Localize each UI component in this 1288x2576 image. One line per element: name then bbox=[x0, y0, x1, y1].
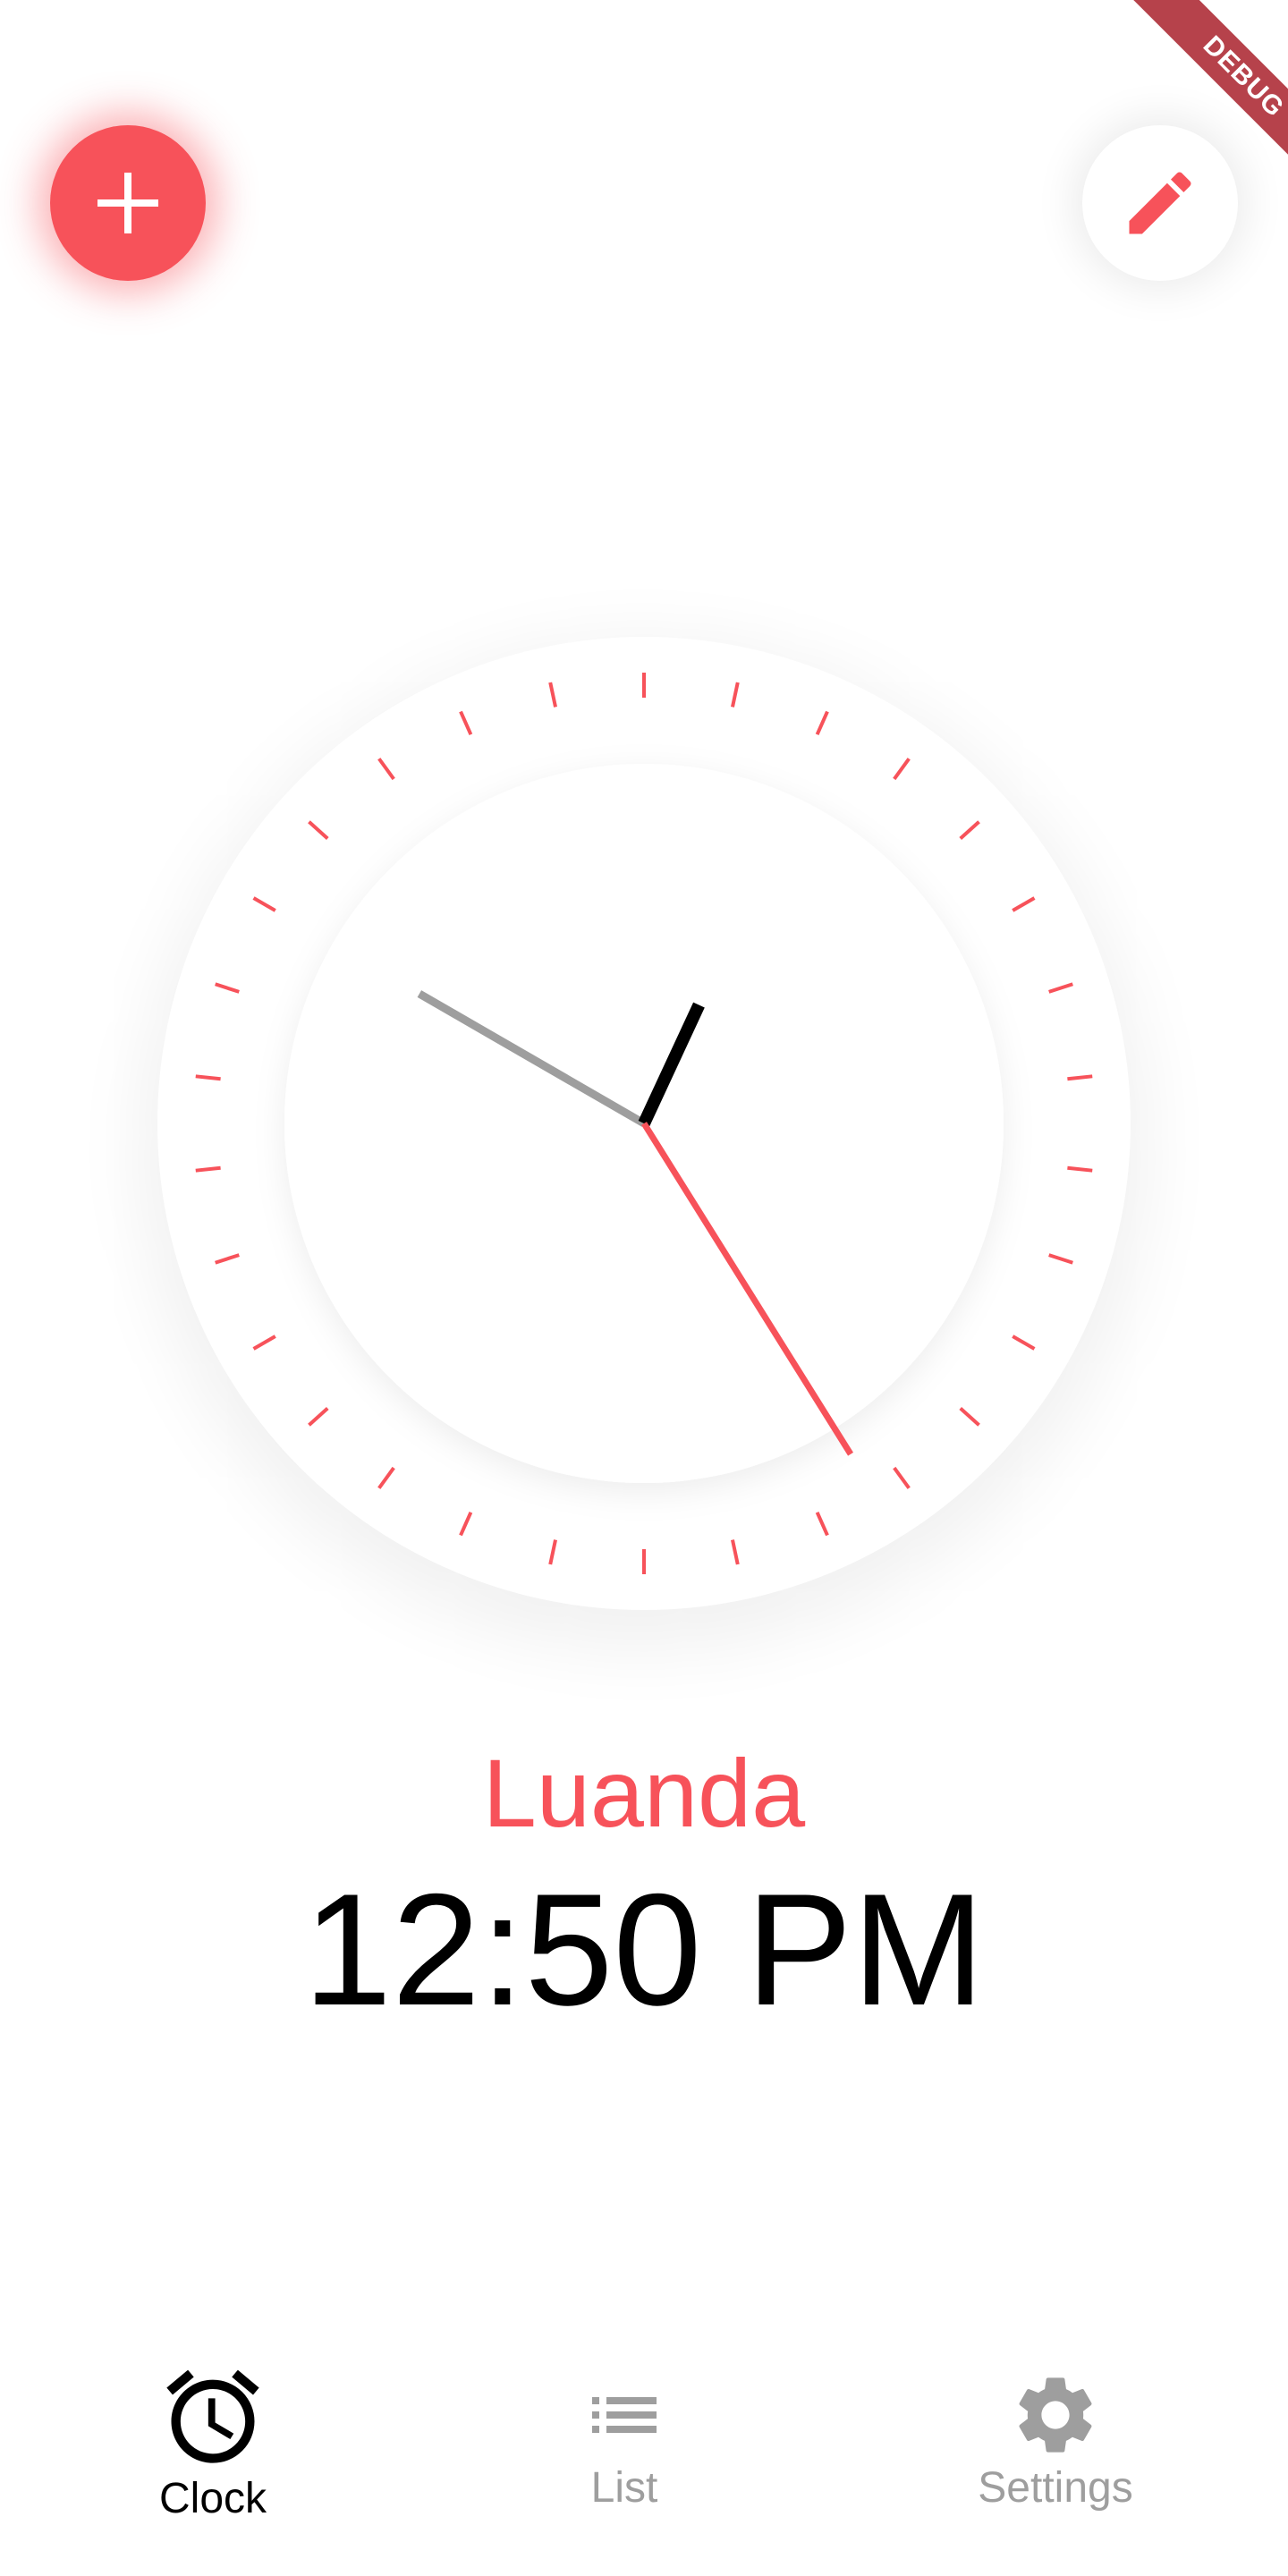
nav-item-settings[interactable]: Settings bbox=[921, 2361, 1190, 2558]
gear-icon bbox=[1019, 2377, 1092, 2453]
clock-tick bbox=[815, 710, 829, 735]
nav-label-list: List bbox=[590, 2464, 658, 2512]
clock-tick bbox=[1067, 1165, 1093, 1173]
clock-tick bbox=[195, 1165, 221, 1173]
clock-tick bbox=[377, 1466, 395, 1489]
clock-tick bbox=[195, 1074, 221, 1081]
clock-tick bbox=[459, 710, 473, 735]
clock-tick bbox=[959, 820, 980, 840]
clock-tick bbox=[459, 1512, 473, 1537]
clock-tick bbox=[893, 1466, 911, 1489]
clock-tick bbox=[1048, 1253, 1073, 1265]
list-icon bbox=[592, 2397, 657, 2433]
clock-tick bbox=[731, 1539, 740, 1565]
nav-item-clock[interactable]: Clock bbox=[79, 2361, 347, 2558]
edit-button[interactable] bbox=[1082, 125, 1238, 281]
clock-tick bbox=[308, 820, 329, 840]
nav-label-settings: Settings bbox=[978, 2464, 1133, 2512]
clock-tick bbox=[1067, 1074, 1093, 1081]
plus-icon bbox=[97, 173, 158, 233]
alarm-clock-icon bbox=[166, 2369, 259, 2463]
analog-clock bbox=[195, 673, 1093, 1574]
clock-tick bbox=[1012, 896, 1036, 912]
clock-tick bbox=[1048, 982, 1073, 994]
digital-time: 12:50 PM bbox=[303, 1860, 985, 2038]
clock-tick bbox=[548, 1539, 557, 1565]
clock-tick bbox=[815, 1512, 829, 1537]
clock-tick bbox=[377, 758, 395, 781]
clock-tick bbox=[731, 682, 740, 708]
nav-label-clock: Clock bbox=[158, 2475, 267, 2522]
city-name: Luanda bbox=[482, 1739, 806, 1847]
nav-item-list[interactable]: List bbox=[490, 2361, 758, 2558]
clock-tick bbox=[1012, 1335, 1036, 1351]
clock-tick bbox=[548, 682, 557, 708]
pencil-icon bbox=[1129, 172, 1191, 234]
clock-tick bbox=[252, 1335, 276, 1351]
clock-tick bbox=[252, 896, 276, 912]
bottom-navigation: Clock List Settings bbox=[0, 2326, 1288, 2576]
clock-tick bbox=[308, 1407, 329, 1427]
add-button[interactable] bbox=[50, 125, 206, 281]
clock-tick bbox=[215, 1253, 240, 1265]
clock-tick bbox=[215, 982, 240, 994]
clock-tick bbox=[893, 758, 911, 781]
clock-tick bbox=[959, 1407, 980, 1427]
